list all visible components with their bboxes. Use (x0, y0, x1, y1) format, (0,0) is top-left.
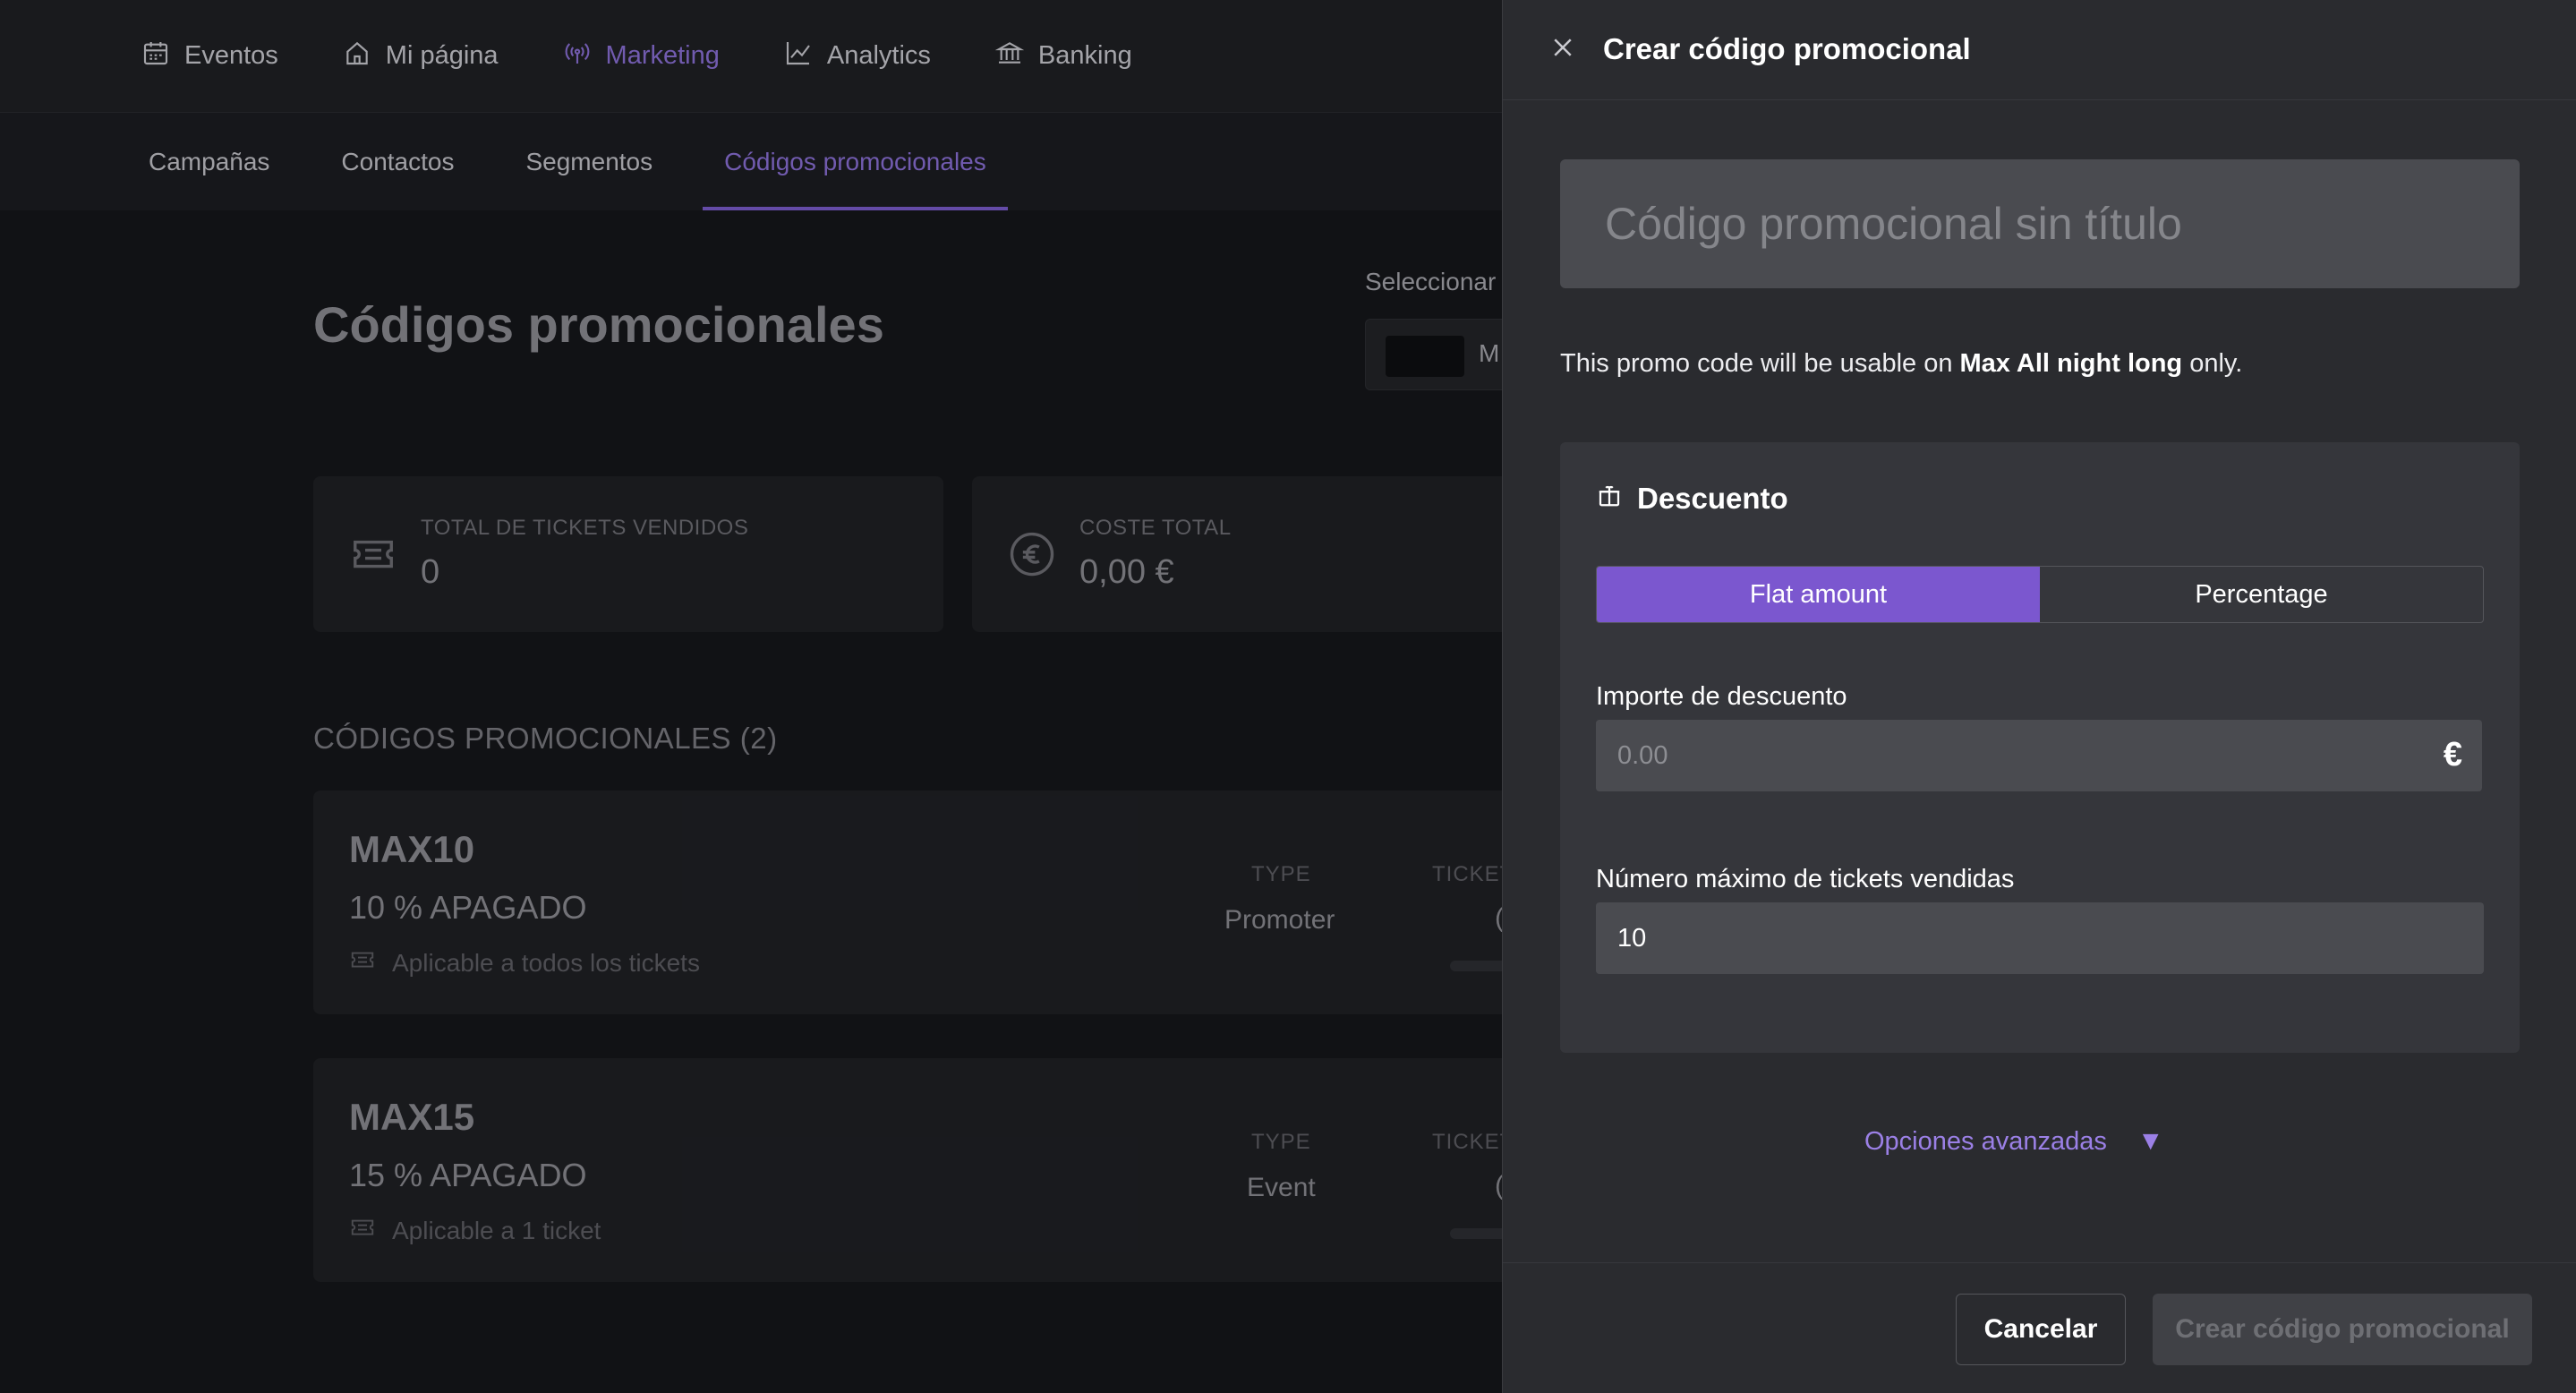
home-icon (343, 38, 371, 74)
option-percentage[interactable]: Percentage (2040, 567, 2483, 622)
create-promo-button[interactable]: Crear código promocional (2153, 1294, 2532, 1365)
close-icon (1549, 34, 1576, 65)
calendar-icon (141, 38, 170, 74)
euro-icon (1008, 530, 1056, 578)
promo-discount: 10 % APAGADO (349, 889, 587, 926)
sub-nav: Campañas Contactos Segmentos Códigos pro… (0, 113, 1502, 210)
max-tickets-input[interactable] (1596, 902, 2484, 974)
stat-total-cost: COSTE TOTAL 0,00 € (972, 476, 1527, 632)
advanced-options-toggle[interactable]: Opciones avanzadas ▼ (1864, 1126, 2164, 1157)
nav-item-label: Banking (1037, 41, 1132, 70)
usable-notice: This promo code will be usable on Max Al… (1560, 349, 2242, 379)
nav-item-banking[interactable]: Banking (994, 38, 1132, 74)
create-promo-drawer: Crear código promocional This promo code… (1502, 0, 2576, 1393)
promo-title-input[interactable] (1560, 159, 2520, 288)
amount-input[interactable] (1596, 720, 2482, 791)
amount-label: Importe de descuento (1596, 682, 1847, 711)
tab-contactos[interactable]: Contactos (341, 113, 454, 210)
event-select-value: M (1479, 339, 1500, 367)
stat-label: COSTE TOTAL (1079, 516, 1232, 540)
promo-applicability: Aplicable a 1 ticket (349, 1214, 601, 1247)
nav-item-analytics[interactable]: Analytics (784, 38, 931, 74)
stat-value: 0,00 € (1079, 553, 1174, 591)
promo-applicability: Aplicable a todos los tickets (349, 946, 700, 979)
bank-icon (994, 38, 1025, 74)
type-value: Event (1247, 1173, 1316, 1202)
promo-applicability-text: Aplicable a todos los tickets (392, 948, 700, 977)
type-label: TYPE (1251, 862, 1311, 886)
nav-item-marketing[interactable]: Marketing (563, 38, 720, 74)
option-flat-amount[interactable]: Flat amount (1597, 567, 2040, 622)
nav-item-eventos[interactable]: Eventos (141, 38, 278, 74)
discount-heading-text: Descuento (1637, 482, 1788, 515)
event-select-label: Seleccionar (1365, 268, 1497, 295)
drawer-title: Crear código promocional (1603, 32, 1971, 65)
cancel-button[interactable]: Cancelar (1956, 1294, 2126, 1365)
tab-segmentos[interactable]: Segmentos (525, 113, 653, 210)
nav-item-label: Mi página (385, 41, 499, 70)
broadcast-icon (563, 38, 592, 74)
nav-item-label: Eventos (184, 41, 278, 70)
ticket-icon (349, 530, 397, 578)
caret-down-icon: ▼ (2137, 1126, 2164, 1156)
promo-code: MAX10 (349, 828, 475, 870)
gift-icon (1596, 482, 1623, 516)
close-button[interactable] (1548, 34, 1578, 64)
stat-label: TOTAL DE TICKETS VENDIDOS (421, 516, 749, 540)
promo-discount: 15 % APAGADO (349, 1157, 587, 1193)
ticket-icon (349, 1214, 376, 1247)
event-thumbnail (1386, 336, 1464, 377)
ticket-icon (349, 946, 376, 979)
discount-heading: Descuento (1596, 482, 1788, 516)
stat-tickets-sold: TOTAL DE TICKETS VENDIDOS 0 (313, 476, 943, 632)
chart-line-icon (784, 38, 813, 74)
nav-item-mi-pagina[interactable]: Mi página (343, 38, 499, 74)
promo-card-max10[interactable]: MAX10 10 % APAGADO Aplicable a todos los… (313, 791, 1522, 1014)
usable-suffix: only. (2182, 349, 2243, 378)
discount-type-toggle: Flat amount Percentage (1596, 566, 2484, 623)
nav-item-label: Marketing (605, 41, 720, 70)
promo-code: MAX15 (349, 1096, 475, 1138)
drawer-footer: Cancelar Crear código promocional (1503, 1262, 2576, 1393)
stat-value: 0 (421, 553, 440, 591)
top-nav: Eventos Mi página Marketing Analytics Ba… (0, 0, 1502, 113)
nav-item-label: Analytics (826, 41, 931, 70)
tab-codigos-promocionales[interactable]: Códigos promocionales (703, 113, 1008, 210)
promo-card-max15[interactable]: MAX15 15 % APAGADO Aplicable a 1 ticket … (313, 1058, 1522, 1282)
type-label: TYPE (1251, 1130, 1311, 1154)
advanced-options-label: Opciones avanzadas (1864, 1126, 2107, 1156)
usable-event-name: Max All night long (1959, 349, 2183, 378)
promo-applicability-text: Aplicable a 1 ticket (392, 1216, 601, 1244)
usable-prefix: This promo code will be usable on (1560, 349, 1960, 378)
section-title: CÓDIGOS PROMOCIONALES (2) (313, 722, 778, 755)
currency-suffix: € (2443, 736, 2462, 773)
discount-card: Descuento Flat amount Percentage Importe… (1560, 442, 2520, 1053)
main-content: Códigos promocionales Seleccionar M TOTA… (0, 210, 1527, 1393)
tab-campanas[interactable]: Campañas (149, 113, 269, 210)
drawer-header: Crear código promocional (1503, 0, 2576, 100)
max-tickets-label: Número máximo de tickets vendidas (1596, 865, 2015, 893)
event-select[interactable]: M (1365, 319, 1508, 390)
type-value: Promoter (1224, 905, 1335, 935)
page-title: Códigos promocionales (313, 296, 884, 353)
